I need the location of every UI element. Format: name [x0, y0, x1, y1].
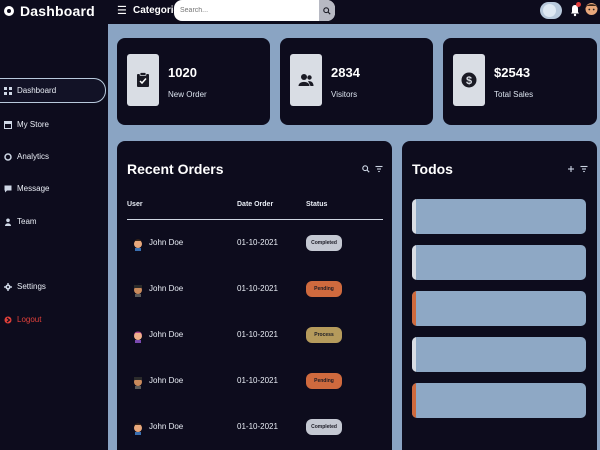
- order-date: 01-10-2021: [237, 376, 278, 385]
- stat-label: Visitors: [331, 90, 358, 99]
- order-date: 01-10-2021: [237, 238, 278, 247]
- order-date: 01-10-2021: [237, 422, 278, 431]
- stat-icon-box: [290, 54, 322, 106]
- sidebar-item-label: Logout: [17, 315, 42, 324]
- brand-logo-icon: [4, 6, 14, 16]
- order-user: John Doe: [149, 330, 184, 339]
- sidebar-item-message[interactable]: Message: [0, 176, 106, 201]
- sidebar-item-label: My Store: [17, 120, 50, 129]
- filter-icon[interactable]: [375, 165, 383, 173]
- message-icon: [4, 185, 12, 192]
- panel-title: Todos: [412, 161, 453, 177]
- todo-status-bar: [412, 199, 416, 234]
- todo-item[interactable]: [412, 199, 586, 234]
- notification-dot: [576, 2, 581, 7]
- avatar-icon: [134, 285, 142, 297]
- todo-item[interactable]: [412, 291, 586, 326]
- brand[interactable]: Dashboard: [4, 2, 95, 20]
- search-box: [174, 0, 335, 21]
- sidebar-item-label: Settings: [17, 282, 46, 291]
- theme-toggle[interactable]: [540, 2, 562, 19]
- stat-icon-box: $: [453, 54, 485, 106]
- notification-button[interactable]: [570, 2, 581, 17]
- todo-status-bar: [412, 245, 416, 280]
- search-input[interactable]: [180, 4, 315, 17]
- table-row[interactable]: John Doe 01-10-2021 Pending: [117, 366, 392, 396]
- stat-value: $2543: [494, 65, 531, 80]
- todos-panel: Todos: [402, 141, 597, 450]
- sidebar-item-dashboard[interactable]: Dashboard: [0, 78, 106, 103]
- sidebar-item-settings[interactable]: Settings: [0, 274, 106, 299]
- sidebar-item-my-store[interactable]: My Store: [0, 112, 106, 137]
- stat-label: New Order: [168, 90, 207, 99]
- table-header-divider: [127, 219, 383, 220]
- sidebar-item-team[interactable]: Team: [0, 209, 106, 234]
- order-user: John Doe: [149, 238, 184, 247]
- table-row[interactable]: John Doe 01-10-2021 Pending: [117, 274, 392, 304]
- stat-card-visitors[interactable]: 2834 Visitors: [280, 38, 433, 125]
- status-badge: Pending: [306, 373, 342, 389]
- team-icon: [5, 218, 11, 226]
- column-header-date[interactable]: Date Order: [237, 201, 273, 208]
- grid-icon: [4, 86, 12, 95]
- todo-status-bar: [412, 383, 416, 418]
- order-user: John Doe: [149, 284, 184, 293]
- top-bar: Dashboard ☰ Categories: [0, 0, 600, 24]
- avatar-icon: [133, 331, 143, 343]
- search-button[interactable]: [319, 0, 335, 21]
- recent-orders-panel: Recent Orders User Date Order Status Joh…: [117, 141, 392, 450]
- profile-avatar[interactable]: [583, 0, 600, 20]
- todo-item[interactable]: [412, 383, 586, 418]
- avatar-icon: [134, 239, 142, 251]
- column-header-status[interactable]: Status: [306, 201, 327, 208]
- status-badge: Pending: [306, 281, 342, 297]
- sidebar-item-logout[interactable]: Logout: [0, 307, 106, 332]
- clipboard-check-icon: [137, 72, 149, 87]
- table-row[interactable]: John Doe 01-10-2021 Completed: [117, 228, 392, 258]
- stat-card-new-order[interactable]: 1020 New Order: [117, 38, 270, 125]
- svg-text:$: $: [466, 75, 472, 87]
- status-badge: Completed: [306, 235, 342, 251]
- sidebar: Dashboard My Store Analytics Message Tea…: [0, 24, 108, 450]
- stat-value: 2834: [331, 65, 360, 80]
- plus-icon[interactable]: [567, 165, 575, 173]
- sidebar-item-analytics[interactable]: Analytics: [0, 144, 106, 169]
- sidebar-item-label: Team: [17, 217, 37, 226]
- brand-title: Dashboard: [20, 3, 95, 19]
- users-icon: [298, 74, 314, 86]
- todo-status-bar: [412, 291, 416, 326]
- sidebar-item-label: Message: [17, 184, 50, 193]
- avatar-icon: [134, 423, 142, 435]
- avatar-icon: [134, 377, 142, 389]
- stat-icon-box: [127, 54, 159, 106]
- avatar-icon: [585, 3, 598, 15]
- todo-item[interactable]: [412, 245, 586, 280]
- store-icon: [4, 120, 12, 129]
- analytics-icon: [4, 152, 12, 161]
- sidebar-item-label: Dashboard: [17, 86, 57, 95]
- order-date: 01-10-2021: [237, 330, 278, 339]
- table-row[interactable]: John Doe 01-10-2021 Completed: [117, 412, 392, 442]
- stat-value: 1020: [168, 65, 197, 80]
- stat-label: Total Sales: [494, 90, 534, 99]
- status-badge: Completed: [306, 419, 342, 435]
- sidebar-item-label: Analytics: [17, 152, 50, 161]
- filter-icon[interactable]: [580, 165, 588, 173]
- todo-item[interactable]: [412, 337, 586, 372]
- table-row[interactable]: John Doe 01-10-2021 Process: [117, 320, 392, 350]
- order-date: 01-10-2021: [237, 284, 278, 293]
- column-header-user[interactable]: User: [127, 201, 143, 208]
- todo-status-bar: [412, 337, 416, 372]
- gear-icon: [4, 282, 12, 291]
- panel-title: Recent Orders: [127, 161, 224, 177]
- order-user: John Doe: [149, 376, 184, 385]
- search-icon: [323, 6, 331, 15]
- logout-icon: [4, 316, 12, 323]
- order-user: John Doe: [149, 422, 184, 431]
- dollar-coin-icon: $: [461, 72, 477, 88]
- hamburger-menu-icon[interactable]: ☰: [117, 5, 127, 17]
- status-badge: Process: [306, 327, 342, 343]
- search-icon[interactable]: [362, 165, 370, 173]
- stat-card-total-sales[interactable]: $ $2543 Total Sales: [443, 38, 597, 125]
